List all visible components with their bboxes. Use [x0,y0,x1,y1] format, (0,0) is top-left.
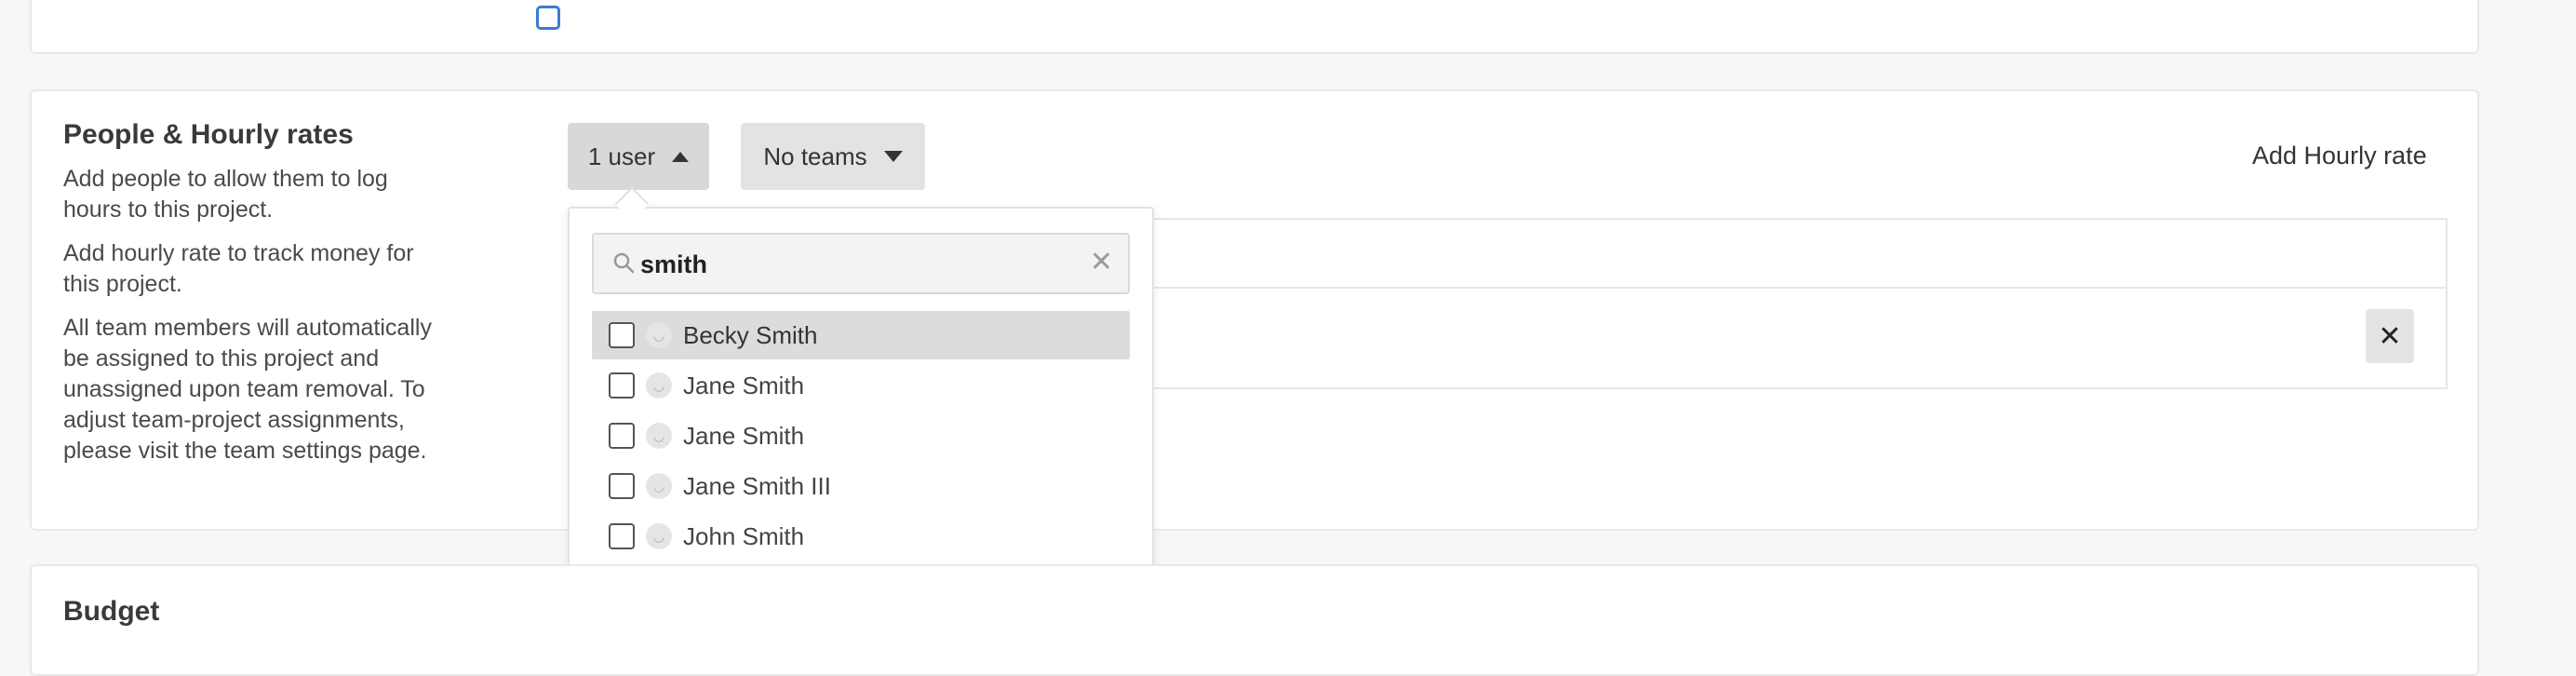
caret-down-icon [883,151,903,162]
user-result-name: John Smith [683,521,805,550]
people-table-header [1150,220,2446,289]
user-result-row[interactable]: ◡ Jane Smith III [592,462,1130,510]
people-description-1: Add people to allow them to log hours to… [63,166,388,223]
user-result-name: Becky Smith [683,320,818,349]
avatar-icon: ◡ [646,322,672,348]
close-icon: ✕ [2378,320,2402,352]
avatar-icon: ◡ [646,523,672,549]
budget-section-title: Budget [63,596,160,627]
user-checkbox[interactable] [609,322,635,348]
people-description-2: Add hourly rate to track money for this … [63,240,414,297]
people-section-title: People & Hourly rates [63,119,354,150]
user-checkbox[interactable] [609,473,635,499]
users-button-label: 1 user [587,142,656,170]
search-icon [613,252,635,274]
user-result-row[interactable]: ◡ John Smith [592,512,1130,561]
user-checkbox[interactable] [609,372,635,399]
user-result-name: Jane Smith [683,421,805,450]
previous-section-checkbox[interactable] [536,6,560,30]
clear-search-icon[interactable]: ✕ [1090,246,1113,278]
user-search-results: ◡ Becky Smith ◡ Jane Smith ◡ Jane Smith … [592,311,1130,562]
avatar-icon: ◡ [646,372,672,399]
avatar-icon: ◡ [646,473,672,499]
budget-card [30,564,2479,676]
user-checkbox[interactable] [609,423,635,449]
remove-user-button[interactable]: ✕ [2366,309,2414,363]
caret-up-icon [672,151,690,162]
user-result-row[interactable]: ◡ Becky Smith [592,311,1130,359]
user-search-input[interactable] [640,244,1050,285]
user-checkbox[interactable] [609,523,635,549]
avatar-icon: ◡ [646,423,672,449]
user-result-name: Jane Smith [683,371,805,399]
user-result-name: Jane Smith III [683,471,831,500]
user-result-row[interactable]: ◡ Jane Smith [592,361,1130,410]
people-table [1148,218,2448,389]
user-result-row[interactable]: ◡ Jane Smith [592,412,1130,460]
settings-card-previous [30,0,2479,54]
teams-dropdown-button[interactable]: No teams [741,123,925,190]
add-hourly-rate-link[interactable]: Add Hourly rate [2252,142,2427,170]
teams-button-label: No teams [763,142,867,170]
people-description-3: All team members will automatically be a… [63,315,432,464]
user-search-field[interactable]: ✕ [592,233,1130,294]
users-dropdown-button[interactable]: 1 user [568,123,709,190]
